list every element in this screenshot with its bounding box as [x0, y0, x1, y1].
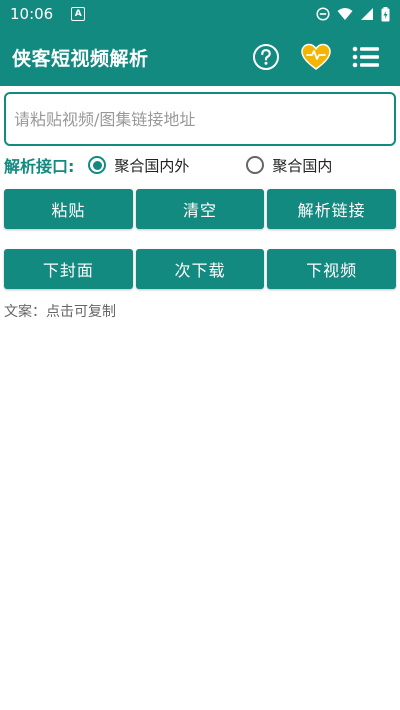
help-button[interactable]	[244, 35, 288, 79]
download-video-button[interactable]: 下视频	[267, 249, 397, 289]
api-selector: 解析接口: 聚合国内外 聚合国内	[4, 150, 396, 180]
action-row-2: 下封面 次下载 下视频	[4, 249, 397, 289]
app-bar: 侠客短视频解析	[0, 28, 400, 86]
parse-link-button[interactable]: 解析链接	[267, 189, 397, 229]
radio-domestic[interactable]: 聚合国内	[246, 155, 332, 176]
do-not-disturb-icon	[316, 7, 330, 21]
signal-icon	[361, 8, 373, 20]
list-icon	[352, 46, 379, 68]
paste-button[interactable]: 粘贴	[4, 189, 133, 229]
radio-checked-icon	[88, 156, 107, 174]
menu-list-button[interactable]	[344, 35, 388, 79]
battery-icon	[381, 6, 390, 21]
app-title: 侠客短视频解析	[12, 47, 149, 70]
status-time: 10:06	[10, 5, 54, 23]
radio-domestic-label: 聚合国内	[272, 156, 333, 175]
radio-dot	[92, 160, 102, 170]
clear-button[interactable]: 清空	[135, 189, 265, 229]
help-icon	[253, 44, 279, 70]
action-row-1: 粘贴 清空 解析链接	[4, 189, 397, 229]
caption-copy-text[interactable]: 文案：点击可复制	[4, 301, 116, 321]
wifi-icon	[337, 8, 353, 20]
heart-icon	[301, 43, 331, 70]
app-bar-actions	[238, 35, 388, 79]
status-bar: 10:06 A	[0, 0, 400, 28]
download-cover-button[interactable]: 下封面	[4, 249, 133, 289]
a-icon: A	[71, 7, 86, 21]
status-icons	[316, 6, 390, 22]
favorite-button[interactable]	[294, 35, 338, 79]
radio-unchecked-icon	[246, 156, 265, 174]
api-label: 解析接口:	[4, 157, 75, 176]
radio-global-label: 聚合国内外	[114, 156, 190, 175]
url-input-container	[4, 92, 396, 146]
url-input[interactable]	[12, 108, 388, 130]
radio-global[interactable]: 聚合国内外	[88, 155, 189, 176]
download-once-button[interactable]: 次下载	[135, 249, 265, 289]
